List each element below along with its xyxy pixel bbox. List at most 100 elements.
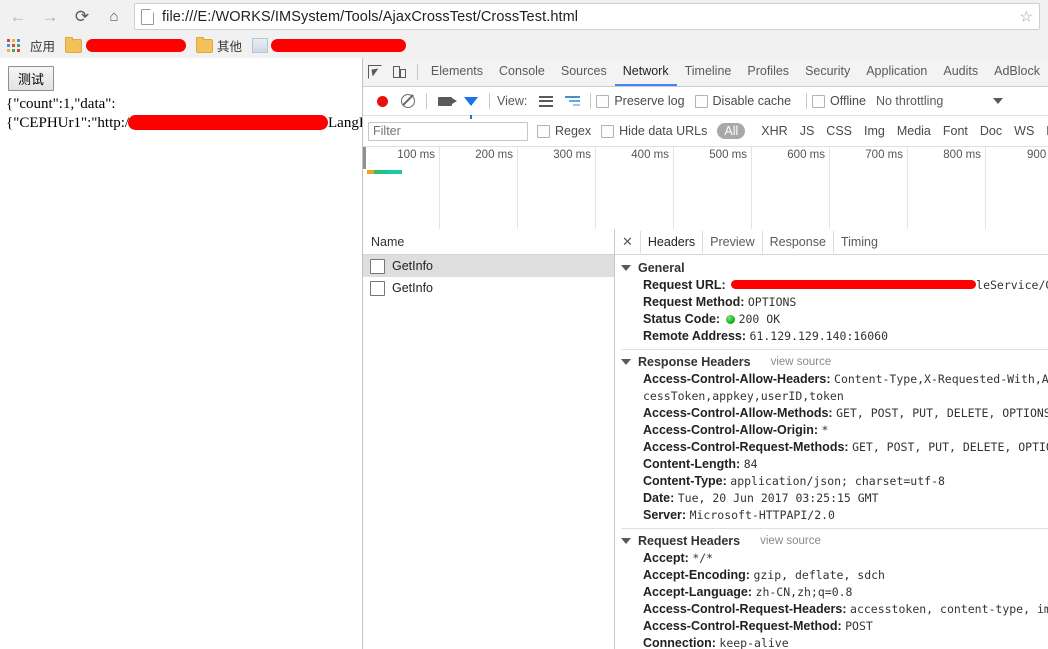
tab-security[interactable]: Security <box>797 59 858 86</box>
filter-input[interactable] <box>368 121 528 141</box>
checkbox-box[interactable] <box>596 94 610 108</box>
apps-grid-icon[interactable] <box>7 39 20 52</box>
divider <box>621 349 1048 350</box>
triangle-down-icon <box>621 265 631 271</box>
header-row: Server: Microsoft-HTTPAPI/2.0 <box>615 507 1048 524</box>
address-bar-url: file:///E:/WORKS/IMSystem/Tools/AjaxCros… <box>162 8 579 25</box>
divider <box>806 93 808 109</box>
waterfall-view-icon[interactable] <box>559 88 585 114</box>
regex-checkbox[interactable]: Regex <box>537 124 591 138</box>
request-name: GetInfo <box>392 281 433 295</box>
request-list-header[interactable]: Name <box>363 229 614 255</box>
timeline-start-marker <box>363 147 366 169</box>
address-bar[interactable]: file:///E:/WORKS/IMSystem/Tools/AjaxCros… <box>134 3 1040 30</box>
tab-network[interactable]: Network <box>614 59 677 86</box>
preserve-log-checkbox[interactable]: Preserve log <box>596 94 685 108</box>
request-type-icon <box>370 280 385 296</box>
timeline-request-bars <box>367 170 402 174</box>
hide-data-urls-label: Hide data URLs <box>619 124 708 138</box>
close-icon[interactable]: ✕ <box>615 235 640 248</box>
view-source-link[interactable]: view source <box>760 535 821 547</box>
funnel-icon[interactable] <box>458 88 484 119</box>
devtools-panel: Elements Console Sources Network Timelin… <box>363 58 1048 649</box>
throttling-value[interactable]: No throttling <box>876 94 943 108</box>
list-view-icon[interactable] <box>533 88 559 114</box>
headers-content: General Request URL: leService/Ge Reques… <box>615 255 1048 649</box>
tab-profiles[interactable]: Profiles <box>739 59 797 86</box>
filter-type-all[interactable]: All <box>717 123 746 139</box>
table-row[interactable]: GetInfo <box>363 277 614 299</box>
request-url-row: Request URL: leService/Ge <box>615 277 1048 294</box>
header-value: gzip, deflate, sdch <box>753 568 885 582</box>
filter-type-xhr[interactable]: XHR <box>755 122 793 140</box>
filter-type-media[interactable]: Media <box>891 122 937 140</box>
bookmark-folder-1[interactable] <box>60 36 191 56</box>
detail-tabbar: ✕ Headers Preview Response Timing <box>615 229 1048 255</box>
timeline-ruler: 100 ms 200 ms 300 ms 400 ms 500 ms 600 m… <box>363 147 1048 231</box>
remote-address-label: Remote Address: <box>643 329 747 343</box>
view-source-link[interactable]: view source <box>771 356 832 368</box>
hide-data-urls-checkbox[interactable]: Hide data URLs <box>601 124 707 138</box>
bookmark-star-icon[interactable]: ☆ <box>1020 9 1033 24</box>
bookmark-link-3[interactable] <box>247 36 411 56</box>
test-button[interactable]: 测试 <box>8 66 55 91</box>
tab-sources[interactable]: Sources <box>553 59 615 86</box>
bookmark-folder-other[interactable]: 其他 <box>191 36 247 56</box>
general-section-title[interactable]: General <box>615 259 1048 277</box>
camera-icon[interactable] <box>432 88 458 114</box>
chevron-down-icon[interactable] <box>993 98 1004 104</box>
filter-type-ws[interactable]: WS <box>1008 122 1040 140</box>
header-row: Accept-Encoding: gzip, deflate, sdch <box>615 567 1048 584</box>
detail-tab-timing[interactable]: Timing <box>832 230 885 253</box>
filter-type-js[interactable]: JS <box>794 122 821 140</box>
detail-tab-preview[interactable]: Preview <box>702 230 761 253</box>
triangle-down-icon <box>621 359 631 365</box>
header-row: Access-Control-Request-Headers: accessto… <box>615 601 1048 618</box>
filter-type-css[interactable]: CSS <box>820 122 858 140</box>
filter-type-doc[interactable]: Doc <box>974 122 1008 140</box>
detail-tab-headers[interactable]: Headers <box>639 230 702 253</box>
header-value: zh-CN,zh;q=0.8 <box>755 585 853 599</box>
back-icon[interactable]: ← <box>4 3 32 31</box>
filter-type-img[interactable]: Img <box>858 122 891 140</box>
clear-icon[interactable] <box>395 88 421 114</box>
header-row: Access-Control-Request-Method: POST <box>615 618 1048 635</box>
header-label: Connection: <box>643 636 716 649</box>
header-label: Access-Control-Allow-Origin: <box>643 423 819 437</box>
tab-application[interactable]: Application <box>858 59 935 86</box>
offline-checkbox[interactable]: Offline <box>812 94 866 108</box>
disable-cache-checkbox[interactable]: Disable cache <box>694 94 791 108</box>
checkbox-box[interactable] <box>812 94 826 108</box>
header-row: Date: Tue, 20 Jun 2017 03:25:15 GMT <box>615 490 1048 507</box>
header-value: Tue, 20 Jun 2017 03:25:15 GMT <box>677 491 879 505</box>
table-row[interactable]: GetInfo <box>363 255 614 277</box>
checkbox-box[interactable] <box>694 94 708 108</box>
browser-toolbar: ← → ⟳ ⌂ file:///E:/WORKS/IMSystem/Tools/… <box>0 0 1048 33</box>
tab-console[interactable]: Console <box>491 59 553 86</box>
home-icon[interactable]: ⌂ <box>100 3 128 31</box>
timeline-tick: 600 ms <box>787 149 825 161</box>
network-filter-bar: Regex Hide data URLs All XHR JS CSS Img … <box>363 116 1048 147</box>
tab-audits[interactable]: Audits <box>935 59 986 86</box>
network-timeline-overview[interactable]: 100 ms 200 ms 300 ms 400 ms 500 ms 600 m… <box>363 147 1048 232</box>
filter-type-manifest[interactable]: Manifest <box>1040 122 1048 140</box>
header-value: GET, POST, PUT, DELETE, OPTIONS <box>852 440 1048 454</box>
response-headers-section-title[interactable]: Response Headers view source <box>615 353 1048 371</box>
bookmark-apps[interactable]: 应用 <box>25 36 60 56</box>
reload-icon[interactable]: ⟳ <box>68 3 96 31</box>
tab-elements[interactable]: Elements <box>423 59 491 86</box>
request-headers-section-title[interactable]: Request Headers view source <box>615 532 1048 550</box>
tab-timeline[interactable]: Timeline <box>677 59 740 86</box>
checkbox-box[interactable] <box>537 124 550 138</box>
inspect-element-icon[interactable] <box>363 59 387 85</box>
record-icon[interactable] <box>369 88 395 114</box>
detail-tab-response[interactable]: Response <box>761 230 833 253</box>
tab-adblock[interactable]: AdBlock <box>986 59 1048 86</box>
device-toolbar-icon[interactable] <box>387 59 411 85</box>
filter-type-font[interactable]: Font <box>937 122 974 140</box>
forward-icon[interactable]: → <box>36 3 64 31</box>
header-row: Access-Control-Allow-Methods: GET, POST,… <box>615 405 1048 422</box>
header-label: Access-Control-Request-Method: <box>643 619 842 633</box>
checkbox-box[interactable] <box>601 124 615 138</box>
timeline-tick: 700 ms <box>865 149 903 161</box>
